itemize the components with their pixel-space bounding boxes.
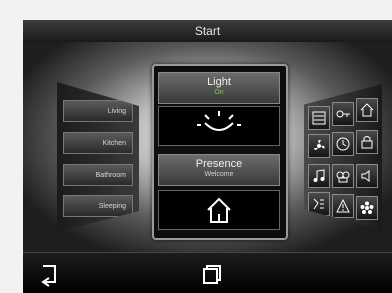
page-title: Start (194, 24, 221, 38)
flower-icon[interactable] (356, 196, 378, 220)
blinds-icon[interactable] (308, 106, 330, 130)
room-label: Bathroom (95, 172, 126, 179)
room-label: Sleeping (98, 203, 126, 210)
main-panel: Start Living Kitchen Bathroom Sleeping L… (23, 20, 392, 293)
light-title: Light (207, 76, 231, 88)
room-label: Kitchen (102, 140, 126, 147)
key-icon[interactable] (332, 102, 354, 126)
back-icon (41, 265, 56, 287)
bottom-bar (23, 252, 392, 293)
fan-icon[interactable] (308, 134, 330, 158)
room-living[interactable]: Living (63, 100, 133, 122)
clock-icon[interactable] (332, 132, 354, 156)
top-bar: Start (23, 20, 392, 43)
light-status: On (214, 89, 224, 96)
presence-title: Presence (195, 158, 243, 170)
back-button[interactable] (31, 259, 67, 289)
home-icon[interactable] (356, 98, 378, 122)
light-card-header[interactable]: Light On (158, 72, 280, 104)
room-list: Living Kitchen Bathroom Sleeping (57, 82, 139, 232)
function-grid (304, 84, 382, 230)
window-icon (203, 265, 221, 284)
light-toggle[interactable] (158, 106, 280, 146)
camera-icon[interactable] (332, 164, 354, 188)
speaker-icon[interactable] (356, 164, 378, 188)
center-cards: Light On Presence Welcome (152, 64, 288, 240)
room-label: Living (107, 108, 126, 115)
light-bulb-icon (197, 111, 241, 131)
room-bathroom[interactable]: Bathroom (63, 164, 133, 186)
presence-toggle[interactable] (158, 190, 280, 230)
warning-icon[interactable] (332, 194, 354, 218)
lock-icon[interactable] (356, 130, 378, 154)
presence-status: Welcome (204, 171, 234, 178)
music-icon[interactable] (308, 164, 330, 188)
presence-card-header[interactable]: Presence Welcome (158, 154, 280, 186)
window-button[interactable] (193, 259, 229, 289)
home-icon (207, 197, 231, 223)
room-sleeping[interactable]: Sleeping (63, 195, 133, 217)
room-kitchen[interactable]: Kitchen (63, 132, 133, 154)
